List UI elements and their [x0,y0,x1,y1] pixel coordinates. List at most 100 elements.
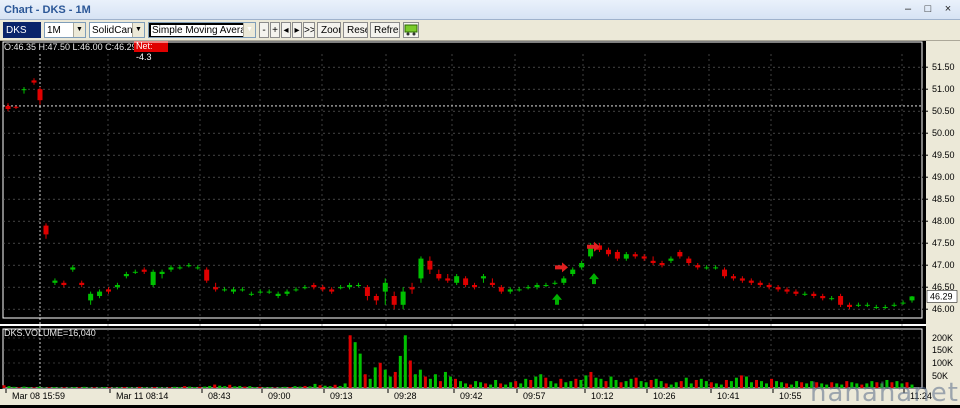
volume-bar [630,379,633,388]
symbol-input[interactable]: DKS [3,22,41,38]
refresh-button[interactable]: Refresh [370,22,400,38]
price-tick-label: 46.50 [932,282,955,292]
candle-body [517,289,522,290]
zoom-out-button[interactable]: - [259,22,269,38]
window-title: Chart - DKS - 1M [4,4,91,16]
candle-body [436,274,441,278]
volume-bar [168,387,171,388]
candle-body [651,261,656,263]
minimize-icon[interactable]: – [902,3,914,15]
volume-bar [238,386,241,388]
volume-bar [785,383,788,388]
candle-body [133,272,138,273]
volume-bar [610,377,613,388]
volume-bar [13,387,16,388]
reset-button[interactable]: Reset [343,22,368,38]
candle-body [910,296,915,300]
volume-bar [379,363,382,388]
candle-body [499,287,504,291]
interval-select[interactable]: 1M ▼ [44,22,86,38]
volume-bar [615,380,618,388]
volume-bar [419,370,422,388]
volume-bar [63,387,66,388]
volume-bar [278,387,281,388]
price-panel-border [3,42,922,318]
volume-bar [740,375,743,388]
volume-bar [389,377,392,388]
price-axis-strip [926,41,960,389]
maximize-icon[interactable]: □ [922,3,934,15]
time-tick-label: 08:43 [208,391,231,401]
scroll-right-button[interactable]: ▸ [292,22,302,38]
volume-bar [569,381,572,388]
volume-bar [459,381,462,388]
price-tick-label: 50.50 [932,106,955,116]
volume-bar [444,372,447,388]
price-tick-label: 49.00 [932,172,955,182]
candle-body [526,287,531,288]
candle-body [722,270,727,277]
volume-bar [750,382,753,388]
time-tick-label: 10:12 [591,391,614,401]
candle-body [606,250,611,254]
candle-body [829,298,834,299]
scroll-left-button[interactable]: ◂ [281,22,291,38]
go-to-end-button[interactable]: >>| [303,22,315,38]
study-value: Simple Moving Average [151,25,256,36]
volume-bar [369,379,372,388]
last-price-marker [927,290,957,302]
volume-bar [213,385,216,388]
candle-body [463,278,468,285]
candle-body [276,294,281,296]
zoom-button[interactable]: Zoom [317,22,341,38]
volume-bar [309,386,312,388]
volume-bar [715,383,718,388]
volume-bar [193,387,196,388]
volume-bar [579,380,582,388]
chart-style-select[interactable]: SolidCandle ▼ [89,22,145,38]
volume-bar [745,377,748,388]
volume-bar [183,386,186,388]
volume-bar [655,379,658,388]
volume-bar [805,383,808,388]
volume-bar [795,381,798,388]
candle-body [874,307,879,308]
candle-body [374,296,379,300]
volume-bar [680,381,683,388]
candle-series [6,78,915,309]
price-tick-label: 48.00 [932,216,955,226]
candle-body [383,283,388,292]
candle-body [660,263,665,265]
volume-bar [489,385,492,388]
volume-bar [138,387,141,388]
candle-body [240,289,245,290]
zoom-in-button[interactable]: + [270,22,280,38]
link-chart-button[interactable] [403,22,419,38]
chart-toolbar: DKS 1M ▼ SolidCandle ▼ Simple Moving Ave… [0,20,960,41]
candle-body [731,276,736,278]
candle-body [677,252,682,256]
sell-signal-arrow [555,262,568,272]
link-chart-icon [404,23,418,36]
study-select[interactable]: Simple Moving Average ▼ [148,22,256,38]
volume-bar [394,372,397,388]
volume-bar [645,382,648,388]
volume-bar [499,383,502,388]
axis-ticks: 51.5051.0050.5050.0049.5049.0048.5048.00… [6,62,957,401]
price-tick-label: 51.00 [932,84,955,94]
time-tick-label: Mar 11 08:14 [116,391,168,401]
close-icon[interactable]: × [942,3,954,15]
candle-body [356,285,361,286]
volume-bar [83,387,86,388]
candle-body [713,267,718,268]
volume-bar [760,381,763,388]
volume-bar [710,382,713,388]
volume-bar [514,381,517,388]
candle-body [704,267,709,268]
volume-bar [303,386,306,388]
volume-study-label: DKS.VOLUME=16,040 [4,328,96,338]
candle-body [793,292,798,294]
candle-body [347,285,352,287]
candle-body [329,289,334,291]
candle-body [302,287,307,288]
